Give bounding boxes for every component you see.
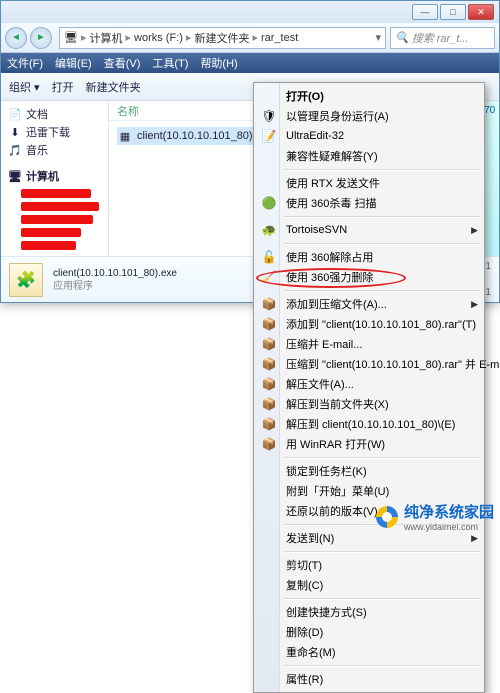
sidebar-item-docs[interactable]: 📄文档 xyxy=(7,105,102,123)
ctx-add-to-archive[interactable]: 📦添加到压缩文件(A)...▶ xyxy=(256,294,482,314)
redacted-drive xyxy=(21,241,76,250)
menu-tools[interactable]: 工具(T) xyxy=(152,55,188,71)
music-icon: 🎵 xyxy=(7,144,23,157)
ctx-delete[interactable]: 删除(D) xyxy=(256,622,482,642)
ctx-add-to-rar[interactable]: 📦添加到 "client(10.10.10.101_80).rar"(T) xyxy=(256,314,482,334)
computer-icon: 🖥 xyxy=(64,31,78,44)
archive-icon: 📦 xyxy=(261,317,277,331)
archive-icon: 📦 xyxy=(261,377,277,391)
ctx-compat[interactable]: 兼容性疑难解答(Y) xyxy=(256,146,482,166)
open-button[interactable]: 打开 xyxy=(52,79,74,95)
ctx-properties[interactable]: 属性(R) xyxy=(256,669,482,689)
ctx-open-winrar[interactable]: 📦用 WinRAR 打开(W) xyxy=(256,434,482,454)
address-bar[interactable]: 🖥 ▸计算机 ▸works (F:) ▸新建文件夹 ▸rar_test ▾ xyxy=(59,27,386,49)
menu-help[interactable]: 帮助(H) xyxy=(200,55,237,71)
sidebar-item-label: 音乐 xyxy=(26,142,48,158)
archive-icon: 📦 xyxy=(261,397,277,411)
ctx-extract-to[interactable]: 📦解压到 client(10.10.10.101_80)\(E) xyxy=(256,414,482,434)
ctx-pin-taskbar[interactable]: 锁定到任务栏(K) xyxy=(256,461,482,481)
sidebar-item-computer[interactable]: 🖥计算机 xyxy=(7,167,102,185)
search-box[interactable]: 🔍 搜索 rar_t... xyxy=(390,27,495,49)
sidebar-item-label: 计算机 xyxy=(26,168,59,184)
titlebar: — □ ✕ xyxy=(1,1,499,23)
context-menu: 打开(O) 🛡以管理员身份运行(A) 📝UltraEdit-32 兼容性疑难解答… xyxy=(253,82,485,693)
watermark-url: www.yidaimei.com xyxy=(404,522,494,532)
ctx-extract-here[interactable]: 📦解压到当前文件夹(X) xyxy=(256,394,482,414)
menu-view[interactable]: 查看(V) xyxy=(104,55,141,71)
maximize-button[interactable]: □ xyxy=(440,4,466,20)
ctx-360-unlock[interactable]: 🔓使用 360解除占用 xyxy=(256,247,482,267)
ctx-run-as-admin[interactable]: 🛡以管理员身份运行(A) xyxy=(256,106,482,126)
ctx-open[interactable]: 打开(O) xyxy=(256,86,482,106)
archive-icon: 📦 xyxy=(261,297,277,311)
sidebar: 📄文档 ⬇迅雷下载 🎵音乐 🖥计算机 xyxy=(1,101,109,256)
menu-file[interactable]: 文件(F) xyxy=(7,55,43,71)
crumb-computer[interactable]: 计算机 xyxy=(90,30,123,46)
sidebar-item-label: 迅雷下载 xyxy=(26,124,70,140)
download-icon: ⬇ xyxy=(7,126,23,139)
sidebar-item-label: 文档 xyxy=(26,106,48,122)
organize-button[interactable]: 组织 ▾ xyxy=(9,79,40,95)
redacted-drive xyxy=(21,228,81,237)
ctx-pin-start[interactable]: 附到「开始」菜单(U) xyxy=(256,481,482,501)
archive-icon: 📦 xyxy=(261,417,277,431)
archive-icon: 📦 xyxy=(261,337,277,351)
navbar: ◄ ► 🖥 ▸计算机 ▸works (F:) ▸新建文件夹 ▸rar_test … xyxy=(1,23,499,53)
close-button[interactable]: ✕ xyxy=(468,4,494,20)
watermark: 纯净系统家园 www.yidaimei.com xyxy=(376,501,494,532)
search-placeholder: 搜索 rar_t... xyxy=(412,30,469,46)
unlock-icon: 🔓 xyxy=(261,250,277,264)
ctx-360-force-delete[interactable]: 🧹使用 360强力删除 xyxy=(256,267,482,287)
redacted-drive xyxy=(21,189,91,198)
archive-icon: 📦 xyxy=(261,437,277,451)
ultraedit-icon: 📝 xyxy=(261,129,277,143)
menubar: 文件(F) 编辑(E) 查看(V) 工具(T) 帮助(H) xyxy=(1,53,499,73)
ctx-compress-email[interactable]: 📦压缩并 E-mail... xyxy=(256,334,482,354)
archive-icon: 📦 xyxy=(261,357,277,371)
shield-icon: 🛡 xyxy=(261,109,277,123)
ctx-360-scan[interactable]: 🟢使用 360杀毒 扫描 xyxy=(256,193,482,213)
crumb-folder2[interactable]: rar_test xyxy=(261,32,298,44)
back-button[interactable]: ◄ xyxy=(5,27,27,49)
ctx-extract[interactable]: 📦解压文件(A)... xyxy=(256,374,482,394)
details-filename: client(10.10.10.101_80).exe xyxy=(53,267,177,280)
tortoise-icon: 🐢 xyxy=(261,223,277,237)
watermark-logo-icon xyxy=(376,506,398,528)
file-thumb-icon: 🧩 xyxy=(9,263,43,297)
redacted-drive xyxy=(21,215,93,224)
sidebar-item-thunder[interactable]: ⬇迅雷下载 xyxy=(7,123,102,141)
watermark-title: 纯净系统家园 xyxy=(404,504,494,521)
crumb-folder1[interactable]: 新建文件夹 xyxy=(194,30,249,46)
ctx-copy[interactable]: 复制(C) xyxy=(256,575,482,595)
ctx-compress-rar-email[interactable]: 📦压缩到 "client(10.10.10.101_80).rar" 并 E-m… xyxy=(256,354,482,374)
broom-icon: 🧹 xyxy=(261,270,277,284)
document-icon: 📄 xyxy=(7,108,23,121)
minimize-button[interactable]: — xyxy=(412,4,438,20)
exe-icon: ▦ xyxy=(117,130,133,143)
ctx-shortcut[interactable]: 创建快捷方式(S) xyxy=(256,602,482,622)
ctx-ultraedit[interactable]: 📝UltraEdit-32 xyxy=(256,126,482,146)
ctx-tortoisesvn[interactable]: 🐢TortoiseSVN▶ xyxy=(256,220,482,240)
computer-icon: 🖥 xyxy=(7,170,23,183)
ctx-rtx-send[interactable]: 使用 RTX 发送文件 xyxy=(256,173,482,193)
forward-button[interactable]: ► xyxy=(30,27,52,49)
new-folder-button[interactable]: 新建文件夹 xyxy=(86,79,141,95)
menu-edit[interactable]: 编辑(E) xyxy=(55,55,92,71)
search-icon: 🔍 xyxy=(395,31,409,44)
sidebar-item-music[interactable]: 🎵音乐 xyxy=(7,141,102,159)
redacted-drive xyxy=(21,202,99,211)
ctx-rename[interactable]: 重命名(M) xyxy=(256,642,482,662)
crumb-drive[interactable]: works (F:) xyxy=(134,32,183,44)
360-icon: 🟢 xyxy=(261,196,277,210)
details-filetype: 应用程序 xyxy=(53,280,177,293)
ctx-cut[interactable]: 剪切(T) xyxy=(256,555,482,575)
